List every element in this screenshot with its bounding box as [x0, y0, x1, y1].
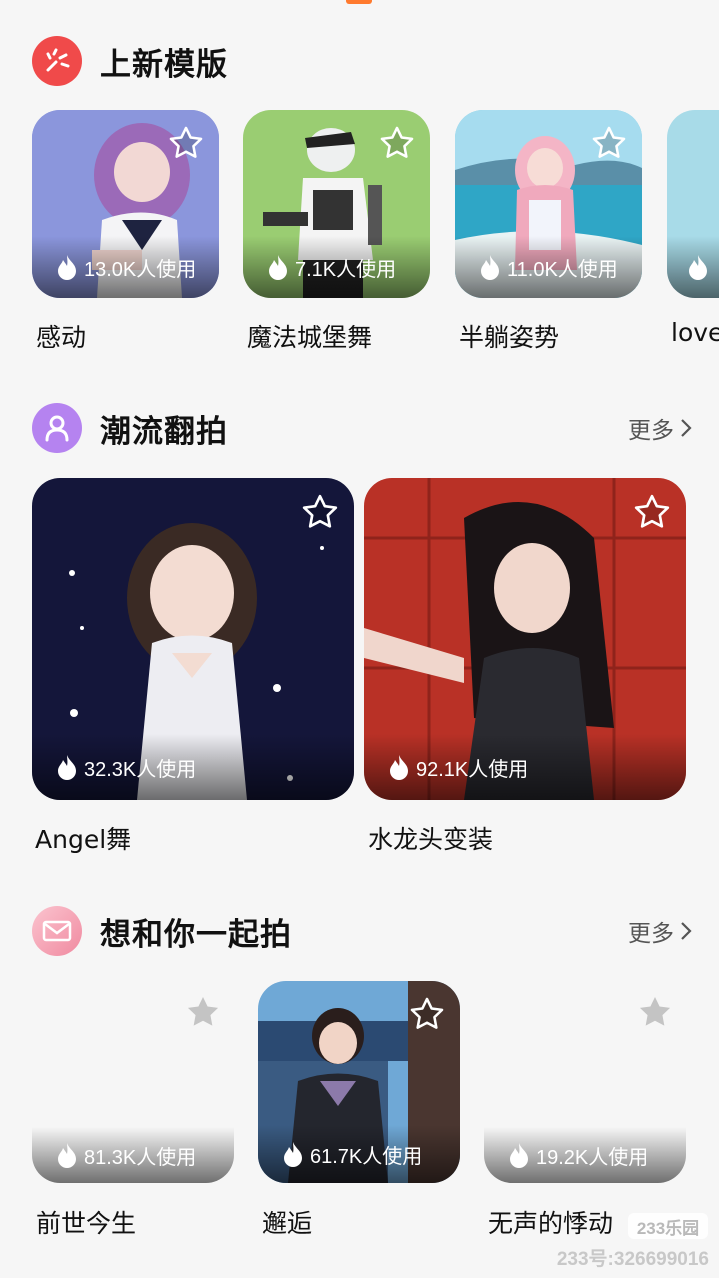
section-header-shoot-together: 想和你一起拍 更多 — [32, 905, 692, 957]
usage-badge: 11.0K人使用 — [455, 236, 642, 298]
favorite-star-icon[interactable] — [167, 124, 205, 167]
card-title[interactable]: 魔法城堡舞 — [247, 318, 372, 354]
chevron-right-icon — [681, 419, 692, 437]
flame-icon — [269, 255, 287, 280]
favorite-star-icon[interactable] — [300, 492, 340, 537]
watermark-logo: 233乐园 — [628, 1213, 708, 1239]
flame-icon — [58, 1143, 76, 1168]
usage-badge: 19.2K人使用 — [484, 1127, 686, 1183]
favorite-star-icon[interactable] — [408, 995, 446, 1038]
flame-icon — [390, 755, 408, 780]
usage-badge: 13.0K人使用 — [32, 236, 219, 298]
usage-badge: 81.3K人使用 — [32, 1127, 234, 1183]
card-title[interactable]: 邂逅 — [262, 1204, 312, 1240]
chevron-right-icon — [681, 922, 692, 940]
person-icon — [32, 403, 82, 453]
card-title[interactable]: 前世今生 — [36, 1204, 136, 1240]
section-header-trending: 潮流翻拍 更多 — [32, 402, 692, 454]
more-link[interactable]: 更多 — [628, 411, 692, 445]
usage-badge: 61.7K人使用 — [258, 1125, 460, 1183]
favorite-star-icon[interactable] — [378, 124, 416, 167]
flame-icon — [284, 1142, 302, 1167]
template-card[interactable]: 61.7K人使用 — [258, 981, 460, 1183]
flame-icon — [689, 255, 707, 280]
card-title[interactable]: love — [671, 318, 719, 347]
favorite-star-icon[interactable] — [184, 993, 222, 1036]
template-card[interactable]: 7.1K人使用 — [243, 110, 430, 298]
section-header-new-templates: 上新模版 — [32, 35, 692, 87]
envelope-icon — [32, 906, 82, 956]
template-card[interactable]: 11.0K人使用 — [455, 110, 642, 298]
usage-badge: 92.1K人使用 — [364, 734, 686, 800]
template-card[interactable] — [667, 110, 719, 298]
flame-icon — [58, 755, 76, 780]
flame-icon — [58, 255, 76, 280]
template-card[interactable]: 32.3K人使用 — [32, 478, 354, 800]
template-card[interactable]: 19.2K人使用 — [484, 983, 686, 1183]
card-title[interactable]: Angel舞 — [35, 820, 131, 856]
card-title[interactable]: 水龙头变装 — [368, 820, 493, 856]
template-card[interactable]: 81.3K人使用 — [32, 983, 234, 1183]
favorite-star-icon[interactable] — [632, 492, 672, 537]
more-link[interactable]: 更多 — [628, 914, 692, 948]
favorite-star-icon[interactable] — [636, 993, 674, 1036]
watermark-id: 233号:326699016 — [556, 1249, 709, 1270]
section-title: 上新模版 — [100, 46, 228, 83]
sparkle-icon — [32, 36, 82, 86]
usage-badge: 32.3K人使用 — [32, 734, 354, 800]
active-tab-indicator — [346, 0, 372, 4]
card-title[interactable]: 感动 — [36, 318, 86, 354]
section-title: 潮流翻拍 — [100, 413, 228, 450]
template-card[interactable]: 92.1K人使用 — [364, 478, 686, 800]
card-title[interactable]: 半躺姿势 — [459, 318, 559, 354]
usage-badge — [667, 236, 719, 298]
flame-icon — [510, 1143, 528, 1168]
template-card[interactable]: 13.0K人使用 — [32, 110, 219, 298]
section-title: 想和你一起拍 — [100, 916, 292, 953]
flame-icon — [481, 255, 499, 280]
favorite-star-icon[interactable] — [590, 124, 628, 167]
usage-badge: 7.1K人使用 — [243, 236, 430, 298]
card-title[interactable]: 无声的悸动 — [488, 1204, 613, 1240]
